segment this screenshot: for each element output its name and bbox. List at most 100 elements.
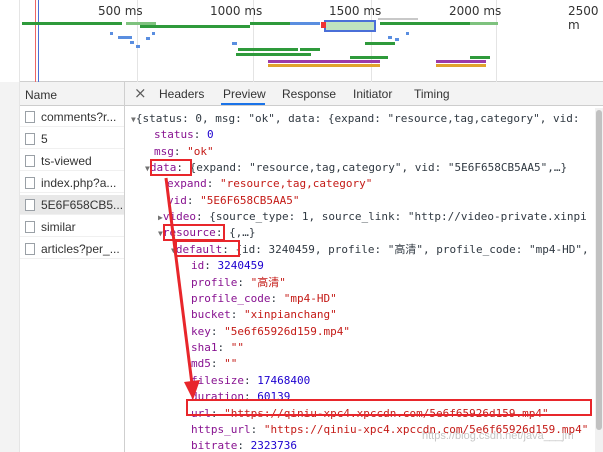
- tab-timing[interactable]: Timing: [414, 87, 450, 101]
- timeline-tick-label: 1500 ms: [329, 4, 382, 18]
- json-line: bitrate: 2323736: [191, 439, 297, 452]
- json-line[interactable]: ▼data: {expand: "resource,tag,category",…: [145, 160, 567, 177]
- json-key: sha1: [191, 341, 218, 354]
- request-name: articles?per_...: [41, 242, 120, 256]
- json-key: profile: [191, 276, 238, 289]
- json-root-line[interactable]: ▼{status: 0, msg: "ok", data: {expand: "…: [131, 111, 580, 128]
- timeline-tick-label: 1000 ms: [210, 4, 263, 18]
- json-key: video: [162, 210, 196, 223]
- file-icon: [25, 133, 35, 145]
- waterfall-bar: [470, 22, 498, 25]
- json-key: id: [191, 259, 205, 272]
- json-object-summary: {id: 3240459, profile: "高清", profile_cod…: [235, 243, 589, 256]
- request-name: 5: [41, 132, 48, 146]
- json-key: vid: [167, 194, 187, 207]
- json-key: https_url: [191, 423, 251, 436]
- request-list-panel: Name comments?r... 5 ts-viewed index.php…: [0, 82, 125, 452]
- waterfall-bar: [321, 22, 326, 28]
- json-value: 0: [207, 128, 214, 141]
- overview-gutter: [0, 0, 20, 82]
- json-key: filesize: [191, 374, 244, 387]
- request-row[interactable]: index.php?a...: [20, 173, 124, 193]
- waterfall-bar: [380, 22, 470, 25]
- waterfall-bar: [152, 32, 155, 35]
- json-line: expand: "resource,tag,category": [167, 177, 373, 190]
- waterfall-bar: [436, 60, 486, 63]
- json-root-summary: {status: 0, msg: "ok", data: {expand: "r…: [135, 112, 580, 125]
- timeline-tick-label: 500 ms: [98, 4, 143, 18]
- file-icon: [25, 243, 35, 255]
- json-line: bucket: "xinpianchang": [191, 308, 337, 321]
- waterfall-bar: [378, 18, 418, 20]
- json-value: 2323736: [250, 439, 297, 452]
- json-key: profile_code: [191, 292, 271, 305]
- tab-preview[interactable]: Preview: [223, 87, 266, 101]
- highlight-box-resource: [163, 224, 225, 241]
- request-detail-panel: × Headers Preview Response Initiator Tim…: [125, 82, 603, 452]
- json-line: status: 0: [154, 128, 214, 141]
- request-name: index.php?a...: [41, 176, 117, 190]
- request-row[interactable]: comments?r...: [20, 107, 124, 127]
- waterfall-bar: [268, 64, 380, 67]
- request-row[interactable]: similar: [20, 217, 124, 237]
- network-overview-timeline[interactable]: 500 ms 1000 ms 1500 ms 2000 ms 2500 m: [0, 0, 603, 82]
- file-icon: [25, 199, 35, 211]
- waterfall-bar: [268, 60, 380, 63]
- waterfall-bar: [130, 41, 134, 44]
- highlight-box-url: [186, 399, 592, 416]
- json-key: expand: [167, 177, 207, 190]
- vertical-scrollbar[interactable]: [595, 108, 603, 452]
- timeline-tick-label: 2000 ms: [449, 4, 502, 18]
- request-name: similar: [41, 220, 76, 234]
- json-key: bucket: [191, 308, 231, 321]
- tab-initiator[interactable]: Initiator: [353, 87, 392, 101]
- request-row-selected[interactable]: 5E6F658CB5...: [20, 195, 124, 215]
- file-icon: [25, 177, 35, 189]
- highlight-box-data: [150, 159, 192, 176]
- json-value: "5e6f65926d159.mp4": [224, 325, 350, 338]
- tab-response[interactable]: Response: [282, 87, 336, 101]
- waterfall-bar: [238, 48, 298, 51]
- json-line: msg: "ok": [154, 145, 214, 158]
- request-row[interactable]: 5: [20, 129, 124, 149]
- request-row[interactable]: ts-viewed: [20, 151, 124, 171]
- json-line: filesize: 17468400: [191, 374, 311, 387]
- overview-selection[interactable]: [324, 20, 376, 32]
- waterfall-bar: [470, 56, 490, 59]
- request-list-gutter: [0, 82, 20, 452]
- name-column-header[interactable]: Name: [20, 82, 124, 106]
- close-icon[interactable]: ×: [134, 85, 147, 101]
- request-name: comments?r...: [41, 110, 117, 124]
- waterfall-bar: [236, 53, 311, 56]
- file-icon: [25, 221, 35, 233]
- json-key: md5: [191, 357, 211, 370]
- waterfall-bar: [365, 42, 395, 45]
- tab-headers[interactable]: Headers: [159, 87, 204, 101]
- request-name: 5E6F658CB5...: [41, 198, 124, 212]
- json-line: md5: "": [191, 357, 238, 370]
- json-key: bitrate: [191, 439, 238, 452]
- watermark-text: https://blog.csdn.net/java___jm: [422, 430, 574, 442]
- json-line: id: 3240459: [191, 259, 264, 272]
- waterfall-bar: [232, 42, 237, 45]
- waterfall-bar: [22, 22, 122, 25]
- json-key: status: [154, 128, 194, 141]
- request-row[interactable]: articles?per_...: [20, 239, 124, 259]
- json-value: "": [230, 341, 244, 354]
- highlight-box-default: [175, 240, 240, 257]
- request-name: ts-viewed: [41, 154, 92, 168]
- waterfall-bar: [110, 32, 113, 35]
- json-value: "ok": [187, 145, 214, 158]
- json-line: profile_code: "mp4-HD": [191, 292, 337, 305]
- json-value: "mp4-HD": [283, 292, 337, 305]
- json-line: vid: "5E6F658CB5AA5": [167, 194, 300, 207]
- timeline-tick-label: 2500 m: [568, 4, 599, 32]
- waterfall-bar: [250, 22, 295, 25]
- active-tab-indicator: [221, 103, 265, 105]
- load-event-line: [35, 0, 36, 82]
- json-value: 3240459: [217, 259, 264, 272]
- waterfall-bar: [388, 36, 392, 39]
- scrollbar-thumb[interactable]: [596, 110, 602, 430]
- waterfall-bar: [146, 37, 150, 40]
- json-key: key: [191, 325, 211, 338]
